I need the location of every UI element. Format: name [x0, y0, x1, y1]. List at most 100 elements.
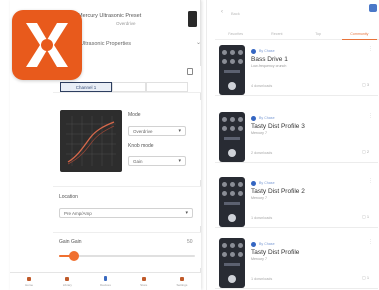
response-curve	[66, 116, 116, 166]
location-label: Location	[59, 194, 78, 200]
chevron-down-icon[interactable]: ⌄	[196, 39, 201, 46]
preset-downloads: 2 downloads	[251, 151, 273, 155]
mode-select-value: Overdrive	[133, 128, 153, 134]
preset-description: Low-frequency crunch	[251, 64, 287, 68]
preset-author[interactable]: By Chase	[259, 49, 275, 53]
chevron-down-icon: ▾	[178, 128, 181, 134]
comment-count-value: 3	[366, 82, 370, 87]
section-title: Ultrasonic Properties	[80, 41, 132, 47]
comment-count[interactable]: ▢ 1	[362, 214, 369, 219]
chevron-down-icon: ▾	[178, 158, 181, 164]
preset-description: Mercury 7	[251, 131, 267, 135]
home-icon	[27, 276, 32, 281]
knob-mode-select[interactable]: Gain ▾	[128, 156, 186, 166]
more-icon[interactable]: ⋮	[368, 114, 373, 119]
tab-label: Settings	[176, 282, 188, 287]
back-icon[interactable]: ‹	[221, 9, 223, 15]
preset-description: Mercury 7	[251, 257, 267, 261]
knob-mode-label: Knob mode	[128, 143, 154, 149]
channel-segmented-control: Channel 1	[60, 82, 188, 92]
mode-select[interactable]: Overdrive ▾	[128, 126, 186, 136]
back-label[interactable]: Back	[231, 11, 240, 16]
copy-icon[interactable]	[187, 68, 193, 75]
preset-card[interactable]: By Chase Tasty Dist Profile 2 Mercury 7 …	[215, 176, 378, 228]
tab-label: Home	[25, 282, 34, 287]
library-tabs: Favorites Recent Top Community	[215, 29, 379, 40]
segment-channel-3[interactable]	[146, 82, 188, 92]
slider-thumb[interactable]	[68, 251, 79, 261]
segment-channel-1[interactable]: Channel 1	[60, 82, 112, 92]
x-star-logo-icon	[26, 23, 68, 67]
preset-title: Bass Drive 1	[251, 56, 288, 63]
preset-title: Tasty Dist Profile 3	[251, 123, 305, 130]
tab-label: Library	[62, 282, 72, 287]
mode-label: Mode	[128, 112, 141, 118]
profile-icon[interactable]	[369, 4, 377, 12]
pedal-device-icon	[188, 11, 197, 27]
comment-count-value: 1	[366, 275, 370, 280]
location-select[interactable]: Pre Amp/Amp ▾	[59, 208, 193, 218]
tab-library[interactable]: Library	[48, 273, 86, 290]
pedal-image	[219, 177, 245, 227]
avatar	[251, 49, 256, 54]
bottom-tab-bar: Home Library Devices Store Settings	[10, 272, 201, 290]
comment-count[interactable]: ▢ 1	[362, 275, 369, 280]
pedal-image	[219, 45, 245, 95]
tab-devices[interactable]: Devices	[86, 273, 124, 290]
segment-channel-2[interactable]	[112, 82, 146, 92]
pedal-image	[219, 238, 245, 288]
preset-title: Mercury Ultrasonic Preset	[78, 13, 142, 19]
tab-top[interactable]: Top	[298, 29, 339, 39]
preset-author[interactable]: By Chase	[259, 181, 275, 185]
avatar	[251, 181, 256, 186]
eq-card: Mode Overdrive ▾ Knob mode Gain ▾	[53, 100, 201, 180]
comment-count[interactable]: ▢ 3	[362, 82, 369, 87]
preset-card[interactable]: By Chase Tasty Dist Profile Mercury 7 ⋮ …	[215, 237, 378, 289]
device-icon	[104, 276, 107, 281]
location-card: Location Pre Amp/Amp ▾	[53, 186, 201, 226]
comment-count[interactable]: ▢ 2	[362, 149, 369, 154]
store-icon	[141, 276, 146, 281]
app-logo	[12, 10, 82, 80]
tab-label: Store	[140, 282, 148, 287]
pedal-image	[219, 112, 245, 162]
preset-header: Mercury Ultrasonic Preset Overdrive Ultr…	[72, 10, 201, 56]
more-icon[interactable]: ⋮	[368, 240, 373, 245]
avatar	[251, 116, 256, 121]
comment-count-value: 1	[366, 214, 370, 219]
preset-description: Mercury 7	[251, 196, 267, 200]
preset-author[interactable]: By Chase	[259, 116, 275, 120]
chevron-down-icon: ▾	[185, 210, 188, 216]
location-select-value: Pre Amp/Amp	[64, 210, 92, 216]
preset-author[interactable]: By Chase	[259, 242, 275, 246]
preset-subtitle: Overdrive	[116, 21, 136, 26]
tab-recent[interactable]: Recent	[256, 29, 297, 39]
more-icon[interactable]: ⋮	[368, 47, 373, 52]
preset-downloads: 4 downloads	[251, 84, 273, 88]
tab-label: Devices	[100, 283, 111, 287]
tab-community[interactable]: Community	[339, 29, 379, 40]
app-store-collage: Mercury Ultrasonic Preset Overdrive Ultr…	[0, 0, 379, 290]
preset-downloads: 1 downloads	[251, 216, 273, 220]
slider-value: 50	[187, 239, 193, 245]
comment-count-value: 2	[366, 149, 370, 154]
tab-store[interactable]: Store	[125, 273, 163, 290]
gain-slider[interactable]	[59, 251, 195, 261]
preset-library-screen: ‹ Back Favorites Recent Top Community By…	[206, 0, 379, 290]
preset-card[interactable]: By Chase Tasty Dist Profile 3 Mercury 7 …	[215, 111, 378, 163]
gain-card: Gain Gain 50	[53, 232, 201, 268]
more-icon[interactable]: ⋮	[368, 179, 373, 184]
preset-downloads: 1 downloads	[251, 277, 273, 281]
tab-favorites[interactable]: Favorites	[215, 29, 256, 39]
library-icon	[65, 276, 70, 281]
settings-icon	[179, 276, 184, 281]
slider-label: Gain Gain	[59, 239, 82, 245]
avatar	[251, 242, 256, 247]
tab-home[interactable]: Home	[10, 273, 48, 290]
response-graph[interactable]	[60, 110, 122, 172]
preset-title: Tasty Dist Profile 2	[251, 188, 305, 195]
tab-settings[interactable]: Settings	[163, 273, 201, 290]
knob-mode-select-value: Gain	[133, 158, 143, 164]
preset-card[interactable]: By Chase Bass Drive 1 Low-frequency crun…	[215, 44, 378, 96]
preset-title: Tasty Dist Profile	[251, 249, 300, 256]
